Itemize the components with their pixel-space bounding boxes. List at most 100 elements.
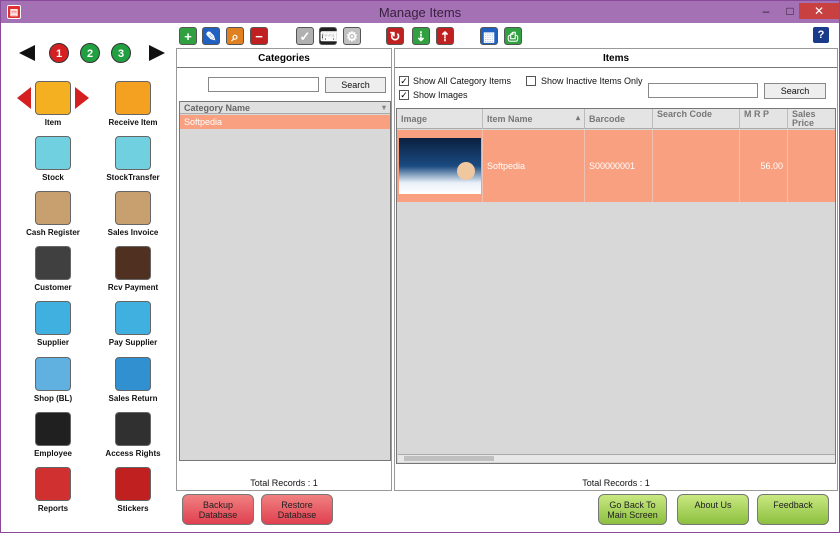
check-icon[interactable]: ✓ [296, 27, 314, 45]
payment-icon [115, 246, 151, 280]
nav-item-access-rights[interactable]: Access Rights [93, 412, 173, 464]
show-images-checkbox[interactable]: ✓ [399, 90, 409, 100]
help-icon[interactable]: ? [813, 27, 829, 43]
nav-item-label: Stock [42, 173, 64, 182]
reports-icon [35, 467, 71, 501]
go-back-main-screen-button[interactable]: Go Back To Main Screen [598, 494, 667, 525]
customers-icon [35, 246, 71, 280]
feedback-button[interactable]: Feedback [757, 494, 829, 525]
prev-page-icon[interactable] [19, 45, 35, 61]
nav-item-customer[interactable]: Customer [13, 246, 93, 298]
transfer-icon [115, 136, 151, 170]
nav-item-rcv-payment[interactable]: Rcv Payment [93, 246, 173, 298]
minimize-button[interactable]: – [753, 3, 779, 19]
export-icon[interactable]: ⇡ [436, 27, 454, 45]
search-icon[interactable]: ⌕ [226, 27, 244, 45]
item-search-button[interactable]: Search [764, 83, 826, 99]
calendar-icon[interactable]: ▦ [480, 27, 498, 45]
page-3-button[interactable]: 3 [111, 43, 131, 63]
items-grid-header: Image Item Name ▴ Barcode Search Code M R… [397, 109, 835, 129]
nav-item-receive-item[interactable]: Receive Item [93, 81, 173, 133]
show-images-label: Show Images [413, 90, 468, 100]
show-inactive-items-checkbox[interactable] [526, 76, 536, 86]
nav-item-label: Supplier [36, 338, 69, 347]
lock-icon [115, 412, 151, 446]
sales-price-column-header[interactable]: Sales Price [788, 109, 835, 129]
restore-database-button[interactable]: Restore Database [261, 494, 333, 525]
tools-icon[interactable]: ⚙ [343, 27, 361, 45]
nav-item-employee[interactable]: Employee [13, 412, 93, 464]
delete-icon[interactable]: − [250, 27, 268, 45]
items-title: Items [602, 53, 630, 64]
sort-icon: ▴ [575, 113, 580, 122]
item-name-column-header[interactable]: Item Name ▴ [483, 109, 585, 129]
mrp-column-header[interactable]: M R P [740, 109, 788, 129]
edit-icon[interactable]: ✎ [202, 27, 220, 45]
item-search-input[interactable] [648, 83, 758, 98]
backup-database-button[interactable]: Backup Database [182, 494, 254, 525]
nav-item-stock[interactable]: Stock [13, 136, 93, 188]
mrp-cell: 56.00 [740, 130, 788, 202]
category-row[interactable]: Softpedia [180, 115, 390, 129]
employee-icon [35, 412, 71, 446]
nav-item-cash-register[interactable]: Cash Register [13, 191, 93, 243]
divider [395, 67, 837, 68]
nav-item-label: StockTransfer [106, 173, 160, 182]
nav-item-stickers[interactable]: Stickers [93, 467, 173, 519]
page-2-button[interactable]: 2 [80, 43, 100, 63]
nav-item-sales-return[interactable]: Sales Return [93, 357, 173, 409]
table-row[interactable]: Softpedia S00000001 56.00 [397, 130, 835, 202]
nav-item-supplier[interactable]: Supplier [13, 301, 93, 353]
thumbnail-face [457, 162, 475, 180]
left-navigation: 1 2 3 Item Receive Item Stock StockTransfer… [1, 23, 173, 523]
pay-supplier-icon [115, 301, 151, 335]
barcode-cell: S00000001 [585, 130, 653, 202]
boxes-icon [35, 136, 71, 170]
close-button[interactable]: ✕ [799, 3, 839, 19]
supplier-icon [35, 301, 71, 335]
window-title: Manage Items [378, 5, 462, 20]
category-search-input[interactable] [208, 77, 319, 92]
image-column-header[interactable]: Image [397, 109, 483, 129]
items-panel: Items ✓ Show All Category Items Show Ina… [394, 48, 838, 491]
horizontal-scrollbar[interactable] [398, 454, 835, 462]
show-inactive-label: Show Inactive Items Only [541, 76, 643, 86]
invoice-icon [115, 191, 151, 225]
refresh-icon[interactable]: ↻ [386, 27, 404, 45]
add-icon[interactable]: + [179, 27, 197, 45]
search-code-column-header[interactable]: Search Code [653, 109, 740, 129]
shop-icon [35, 357, 71, 391]
import-icon[interactable]: ⇣ [412, 27, 430, 45]
column-label: Category Name [184, 103, 251, 113]
nav-item-label: Employee [34, 449, 72, 458]
page-1-button[interactable]: 1 [49, 43, 69, 63]
barcode-column-header[interactable]: Barcode [585, 109, 653, 129]
keyboard-icon[interactable]: ⌨ [319, 27, 339, 45]
nav-item-label: Sales Invoice [107, 228, 159, 237]
nav-item-label: Rcv Payment [107, 283, 159, 292]
item-name-cell: Softpedia [483, 130, 585, 202]
nav-item-label: Item [44, 118, 62, 127]
nav-item-stocktransfer[interactable]: StockTransfer [93, 136, 173, 188]
category-name-column-header[interactable]: Category Name ▾ [180, 102, 390, 114]
about-us-button[interactable]: About Us [677, 494, 749, 525]
next-page-icon[interactable] [149, 45, 165, 61]
nav-item-shop-bl[interactable]: Shop (BL) [13, 357, 93, 409]
scrollbar-thumb[interactable] [404, 456, 494, 461]
show-all-label: Show All Category Items [413, 76, 512, 86]
nav-item-label: Pay Supplier [108, 338, 158, 347]
categories-grid: Category Name ▾ Softpedia [179, 101, 391, 461]
nav-item-pay-supplier[interactable]: Pay Supplier [93, 301, 173, 353]
barcode-icon [115, 467, 151, 501]
nav-item-label: Shop (BL) [33, 394, 73, 403]
register-icon [35, 191, 71, 225]
nav-item-item[interactable]: Item [13, 81, 93, 133]
column-label: Item Name [487, 114, 533, 124]
print-icon[interactable]: ⎙ [504, 27, 522, 45]
nav-item-sales-invoice[interactable]: Sales Invoice [93, 191, 173, 243]
category-search-button[interactable]: Search [325, 77, 386, 93]
nav-item-label: Cash Register [26, 228, 80, 237]
nav-item-reports[interactable]: Reports [13, 467, 93, 519]
categories-panel: Categories Search Category Name ▾ Softpe… [176, 48, 392, 491]
show-all-category-items-checkbox[interactable]: ✓ [399, 76, 409, 86]
